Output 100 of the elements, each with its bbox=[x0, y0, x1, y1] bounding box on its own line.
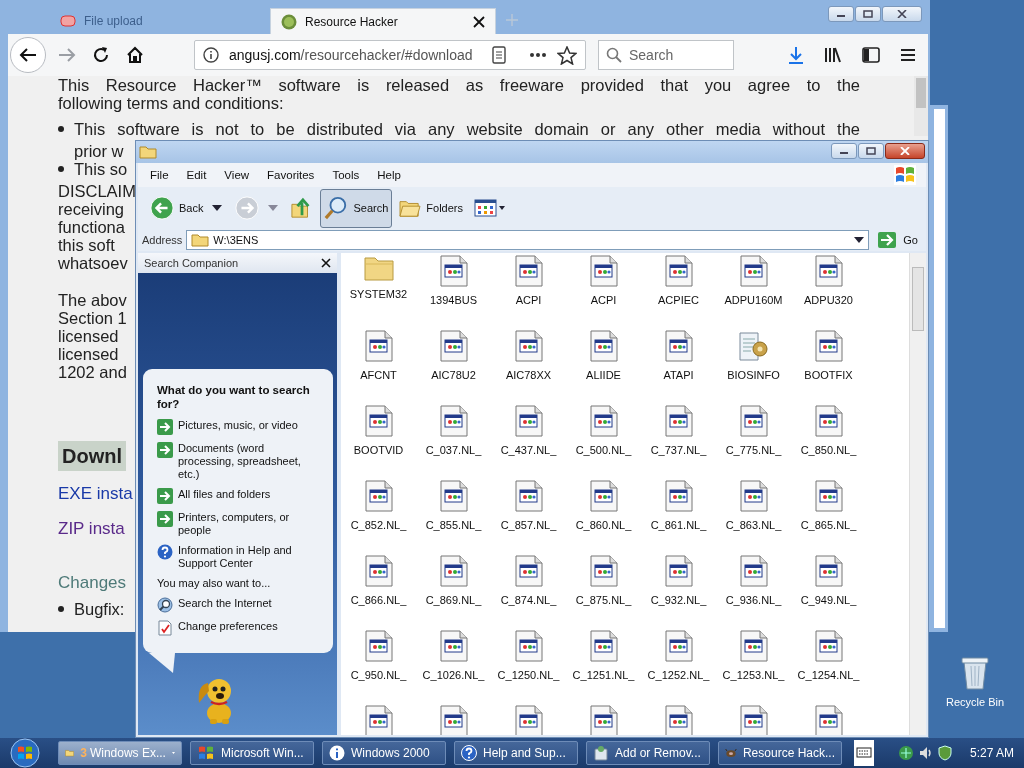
file-name[interactable]: C_1254.NL_ bbox=[797, 669, 860, 681]
search-option-link[interactable]: All files and folders bbox=[157, 488, 325, 504]
file-icon[interactable] bbox=[814, 555, 843, 587]
back-button[interactable]: Back bbox=[146, 193, 208, 223]
search-option-link[interactable]: Search the Internet bbox=[157, 597, 325, 613]
file-icon[interactable] bbox=[664, 330, 693, 362]
file-name[interactable]: ATAPI bbox=[663, 369, 694, 381]
file-icon[interactable] bbox=[664, 630, 693, 662]
file-name[interactable]: C_860.NL_ bbox=[575, 519, 632, 531]
menu-icon[interactable] bbox=[900, 48, 916, 62]
search-option-link[interactable]: Documents (word processing, spreadsheet, etc.) bbox=[157, 442, 325, 481]
file-icon[interactable] bbox=[739, 555, 768, 587]
info-icon[interactable] bbox=[203, 47, 219, 63]
file-icon[interactable] bbox=[439, 480, 468, 512]
file-icon[interactable] bbox=[514, 480, 543, 512]
back-button[interactable] bbox=[10, 37, 46, 73]
file-name[interactable]: C_855.NL_ bbox=[425, 519, 482, 531]
file-name[interactable]: C_950.NL_ bbox=[350, 669, 407, 681]
file-icon[interactable] bbox=[814, 405, 843, 437]
file-icon[interactable] bbox=[814, 705, 843, 735]
file-icon[interactable] bbox=[589, 405, 618, 437]
file-icon[interactable] bbox=[589, 705, 618, 735]
go-button[interactable]: Go bbox=[873, 231, 922, 249]
file-icon[interactable] bbox=[514, 555, 543, 587]
close-icon[interactable] bbox=[473, 15, 485, 28]
speaker-icon[interactable] bbox=[918, 745, 934, 761]
scrollbar[interactable] bbox=[914, 76, 928, 136]
maximize-button[interactable] bbox=[855, 6, 881, 22]
close-button[interactable] bbox=[885, 143, 925, 159]
file-name[interactable]: AIC78XX bbox=[505, 369, 552, 381]
download-icon[interactable] bbox=[788, 46, 804, 64]
file-name[interactable]: C_936.NL_ bbox=[725, 594, 782, 606]
star-icon[interactable] bbox=[557, 45, 577, 65]
sidebar-icon[interactable] bbox=[862, 47, 880, 63]
file-name[interactable]: AFCNT bbox=[360, 369, 397, 381]
file-name[interactable]: C_857.NL_ bbox=[500, 519, 557, 531]
file-icon[interactable] bbox=[514, 330, 543, 362]
file-name[interactable]: 1394BUS bbox=[429, 294, 478, 306]
file-icon[interactable] bbox=[514, 405, 543, 437]
file-icon[interactable] bbox=[514, 255, 543, 287]
file-icon[interactable] bbox=[514, 705, 543, 735]
file-icon[interactable] bbox=[739, 405, 768, 437]
file-name[interactable]: SYSTEM32 bbox=[349, 288, 408, 300]
file-name[interactable]: BOOTFIX bbox=[804, 369, 853, 381]
file-name[interactable]: C_874.NL_ bbox=[500, 594, 557, 606]
file-name[interactable]: C_1251.NL_ bbox=[572, 669, 635, 681]
menu-item[interactable]: Tools bbox=[332, 169, 360, 181]
file-name[interactable]: C_949.NL_ bbox=[800, 594, 857, 606]
file-name[interactable]: C_875.NL_ bbox=[575, 594, 632, 606]
file-icon[interactable] bbox=[439, 630, 468, 662]
file-icon[interactable] bbox=[439, 255, 468, 287]
taskbar-button[interactable]: Resource Hack... bbox=[718, 741, 842, 765]
browser-tab[interactable]: Resource Hacker bbox=[270, 8, 496, 34]
menu-item[interactable]: View bbox=[224, 169, 250, 181]
file-name[interactable]: BIOSINFO bbox=[727, 369, 780, 381]
address-field[interactable]: W:\3ENS bbox=[186, 230, 870, 250]
file-icon[interactable] bbox=[739, 480, 768, 512]
taskbar-button[interactable]: Help and Sup... bbox=[454, 741, 578, 765]
download-link[interactable]: EXE insta bbox=[58, 485, 133, 503]
search-option-link[interactable]: Change preferences bbox=[157, 620, 325, 636]
keyboard-icon[interactable] bbox=[854, 740, 874, 766]
file-name[interactable]: ACPI bbox=[590, 294, 617, 306]
file-name[interactable]: C_037.NL_ bbox=[425, 444, 482, 456]
menu-item[interactable]: Edit bbox=[186, 169, 207, 181]
library-icon[interactable] bbox=[824, 47, 842, 63]
file-name[interactable]: AIC78U2 bbox=[431, 369, 476, 381]
file-icon[interactable] bbox=[589, 480, 618, 512]
file-icon[interactable] bbox=[439, 705, 468, 735]
file-icon[interactable] bbox=[664, 555, 693, 587]
taskbar-button[interactable]: Windows 2000 bbox=[322, 741, 446, 765]
file-icon[interactable] bbox=[364, 480, 393, 512]
file-name[interactable]: C_737.NL_ bbox=[650, 444, 707, 456]
search-field[interactable]: Search bbox=[598, 40, 734, 70]
file-icon[interactable] bbox=[364, 555, 393, 587]
address-field[interactable]: angusj.com/resourcehacker/#download bbox=[194, 40, 586, 70]
file-icon[interactable] bbox=[439, 330, 468, 362]
file-name[interactable]: C_500.NL_ bbox=[575, 444, 632, 456]
file-icon[interactable] bbox=[664, 405, 693, 437]
menu-item[interactable]: Help bbox=[377, 169, 401, 181]
dropdown-icon[interactable] bbox=[854, 237, 865, 243]
search-option-link[interactable]: Pictures, music, or video bbox=[157, 419, 325, 435]
file-name[interactable]: C_852.NL_ bbox=[350, 519, 407, 531]
file-name[interactable]: C_1253.NL_ bbox=[722, 669, 785, 681]
file-name[interactable]: ACPIEC bbox=[658, 294, 699, 306]
menu-item[interactable]: Favorites bbox=[267, 169, 315, 181]
file-icon[interactable] bbox=[664, 480, 693, 512]
close-button[interactable] bbox=[882, 6, 922, 22]
file-name[interactable]: C_1026.NL_ bbox=[422, 669, 485, 681]
file-name[interactable]: C_775.NL_ bbox=[725, 444, 782, 456]
file-icon[interactable] bbox=[814, 480, 843, 512]
desktop-icon-label[interactable]: Recycle Bin bbox=[945, 696, 1005, 708]
file-icon[interactable] bbox=[364, 330, 393, 362]
search-option-link[interactable]: Information in Help and Support Center bbox=[157, 544, 325, 570]
more-icon[interactable] bbox=[529, 52, 547, 58]
file-icon[interactable] bbox=[814, 255, 843, 287]
file-name[interactable]: ACPI bbox=[515, 294, 542, 306]
settings-file-icon[interactable] bbox=[737, 330, 770, 362]
file-icon[interactable] bbox=[814, 630, 843, 662]
recycle-bin-icon[interactable] bbox=[961, 656, 989, 690]
file-name[interactable]: C_932.NL_ bbox=[650, 594, 707, 606]
